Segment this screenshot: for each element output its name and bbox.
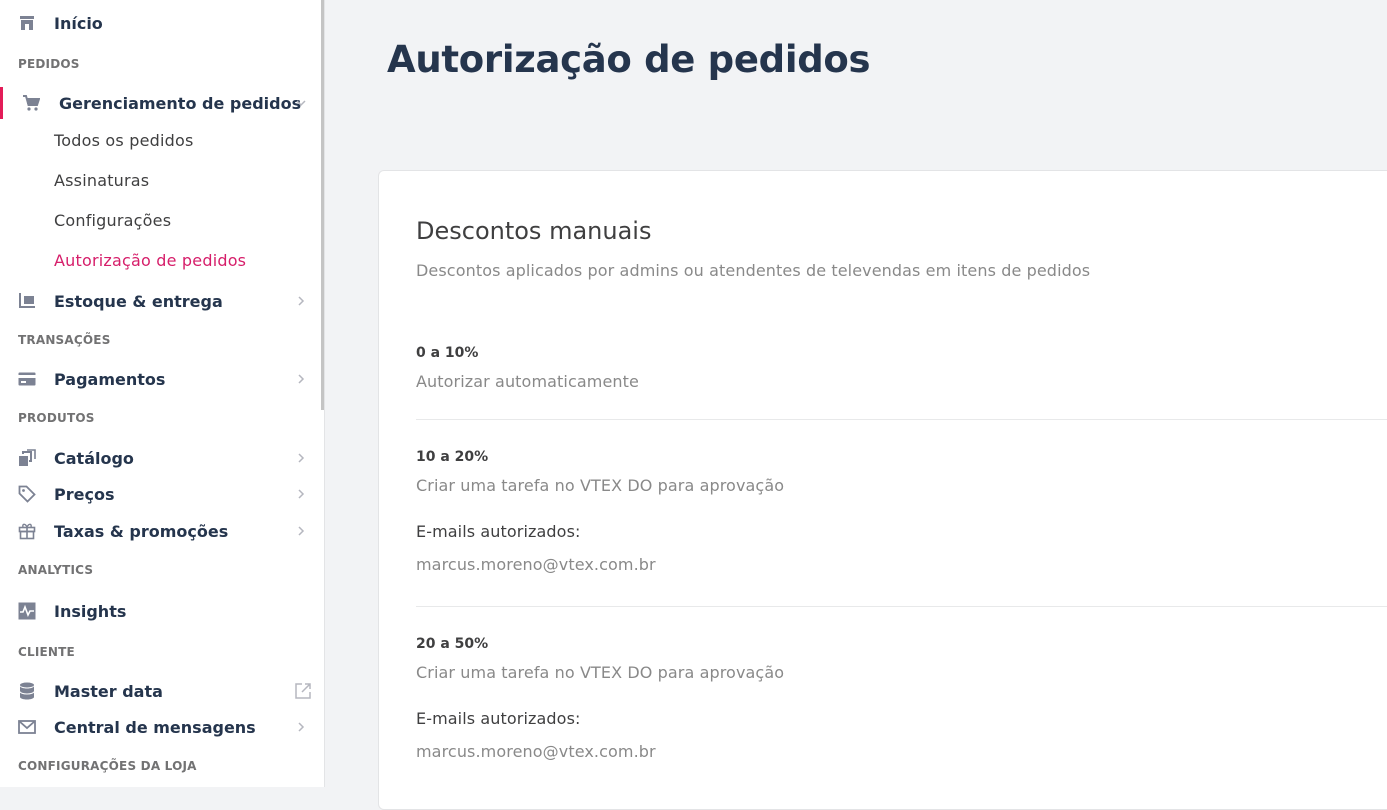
sidebar-item-taxas[interactable]: Taxas & promoções [0,515,322,547]
external-link-icon [294,682,312,700]
chevron-right-icon [294,294,308,308]
chevron-right-icon [294,524,308,538]
card-subtitle: Descontos aplicados por admins ou atende… [416,261,1091,280]
chevron-right-icon [294,372,308,386]
section-config-loja: CONFIGURAÇÕES DA LOJA [18,759,197,773]
sidebar-item-gerenciamento[interactable]: Gerenciamento de pedidos [0,87,322,119]
sidebar-item-central-mensagens[interactable]: Central de mensagens [0,711,322,743]
tag-icon [18,485,36,503]
sidebar-item-label: Central de mensagens [54,717,256,737]
card-title: Descontos manuais [416,217,652,245]
range-title: 10 a 20% [416,449,489,465]
sidebar-item-label: Pagamentos [54,369,166,389]
sidebar-item-label: Estoque & entrega [54,291,223,311]
section-pedidos: PEDIDOS [18,57,80,71]
authorized-email: marcus.moreno@vtex.com.br [416,555,656,574]
range-title: 0 a 10% [416,345,479,361]
card-icon [18,370,36,388]
sidebar-item-label: Catálogo [54,448,134,468]
section-transacoes: TRANSAÇÕES [18,333,111,347]
page-title: Autorização de pedidos [387,38,871,81]
sidebar-item-label: Insights [54,601,127,621]
cart-icon [22,94,40,112]
sidebar-item-label: Início [54,13,103,33]
sidebar-item-insights[interactable]: Insights [0,595,322,627]
gift-icon [18,522,36,540]
range-description: Criar uma tarefa no VTEX DO para aprovaç… [416,476,785,495]
manual-discounts-card: Descontos manuais Descontos aplicados po… [378,170,1387,810]
sidebar-scrollbar[interactable] [321,0,324,410]
catalog-icon [18,449,36,467]
sidebar-item-precos[interactable]: Preços [0,478,322,510]
sidebar-subitem-assinaturas[interactable]: Assinaturas [54,171,149,190]
emails-label: E-mails autorizados: [416,522,581,541]
emails-label: E-mails autorizados: [416,709,581,728]
chevron-right-icon [294,487,308,501]
range-description: Criar uma tarefa no VTEX DO para aprovaç… [416,663,785,682]
database-icon [18,682,36,700]
sidebar-item-label: Gerenciamento de pedidos [59,93,302,113]
chevron-right-icon [294,451,308,465]
sidebar-subitem-autorizacao[interactable]: Autorização de pedidos [54,251,246,270]
sidebar: Início PEDIDOS Gerenciamento de pedidos … [0,0,325,787]
chevron-right-icon [294,720,308,734]
pulse-icon [18,602,36,620]
sidebar-item-label: Preços [54,484,115,504]
section-analytics: ANALYTICS [18,563,94,577]
section-produtos: PRODUTOS [18,411,95,425]
dolly-icon [18,292,36,310]
divider [416,606,1387,607]
sidebar-item-estoque[interactable]: Estoque & entrega [0,285,322,317]
sidebar-subitem-todos-pedidos[interactable]: Todos os pedidos [54,131,194,150]
sidebar-item-pagamentos[interactable]: Pagamentos [0,363,322,395]
store-icon [18,14,36,32]
divider [416,419,1387,420]
range-title: 20 a 50% [416,636,489,652]
section-cliente: CLIENTE [18,645,75,659]
sidebar-item-label: Master data [54,681,163,701]
sidebar-item-catalogo[interactable]: Catálogo [0,442,322,474]
sidebar-subitem-configuracoes[interactable]: Configurações [54,211,171,230]
range-description: Autorizar automaticamente [416,372,639,391]
sidebar-item-inicio[interactable]: Início [0,7,322,39]
mail-icon [18,718,36,736]
chevron-down-icon [294,96,308,110]
sidebar-item-label: Taxas & promoções [54,521,229,541]
authorized-email: marcus.moreno@vtex.com.br [416,742,656,761]
sidebar-item-master-data[interactable]: Master data [0,675,322,707]
